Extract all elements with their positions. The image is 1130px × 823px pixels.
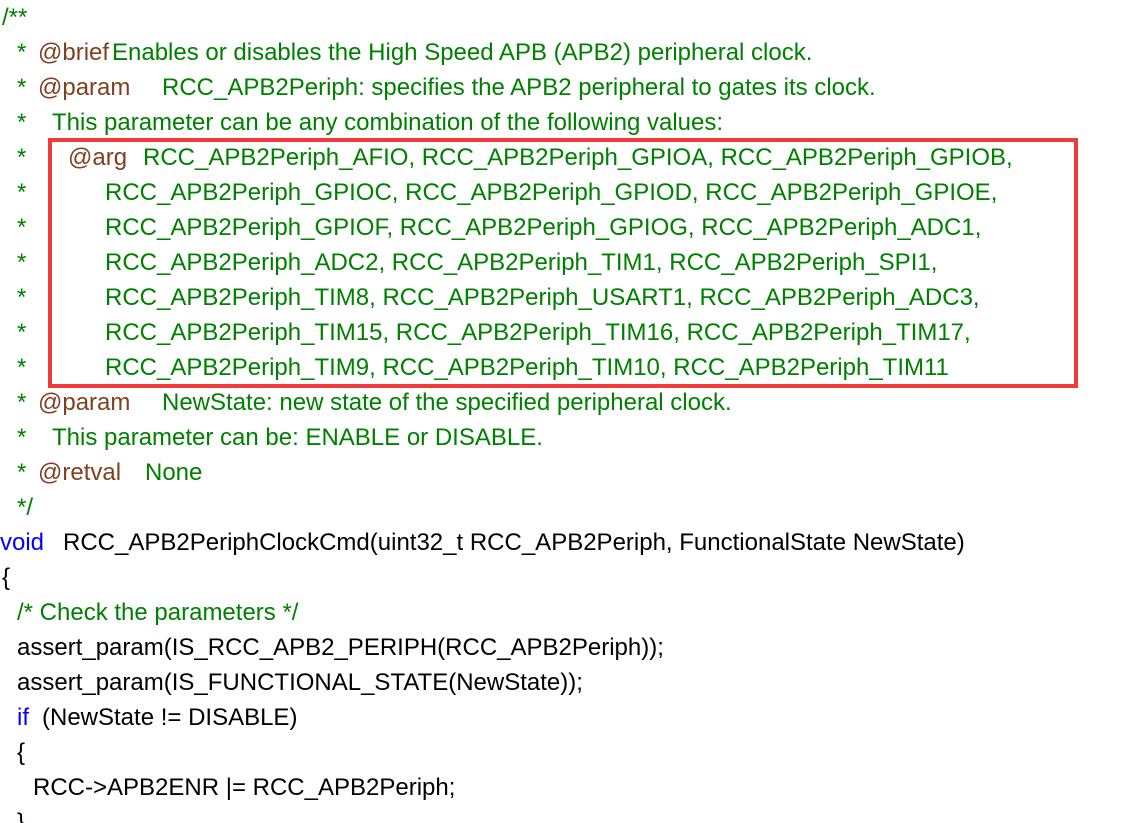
brace: { — [2, 564, 11, 591]
code-line: */ — [0, 490, 1130, 525]
code-line: } — [0, 805, 1130, 823]
comment-close: */ — [17, 494, 34, 521]
comment-star: * — [17, 214, 27, 241]
highlight-box — [48, 138, 1078, 388]
comment-star: * — [17, 389, 27, 416]
code-line: /* Check the parameters */ — [0, 595, 1130, 630]
comment-star: * — [17, 354, 27, 381]
comment-star: * — [17, 74, 27, 101]
doc-text: RCC_APB2Periph: specifies the APB2 perip… — [162, 74, 876, 101]
doc-text: This parameter can be: ENABLE or DISABLE… — [52, 424, 543, 451]
condition: (NewState != DISABLE) — [42, 704, 298, 731]
comment-open: /** — [2, 4, 28, 31]
code-editor[interactable]: /** * @brief Enables or disables the High … — [0, 0, 1130, 823]
comment-star: * — [17, 144, 27, 171]
doc-tag: @retval — [38, 459, 122, 486]
doc-tag: @brief — [38, 39, 110, 66]
brace: { — [17, 739, 26, 766]
code-line: * @brief Enables or disables the High Spee… — [0, 35, 1130, 70]
comment-star: * — [17, 459, 27, 486]
code-line: if (NewState != DISABLE) — [0, 700, 1130, 735]
code-line: * This parameter can be any combination o… — [0, 105, 1130, 140]
comment-star: * — [17, 179, 27, 206]
code-line: * @param RCC_APB2Periph: specifies the APB… — [0, 70, 1130, 105]
doc-text: Enables or disables the High Speed APB (… — [112, 39, 813, 66]
keyword: void — [0, 529, 45, 556]
statement: assert_param(IS_RCC_APB2_PERIPH(RCC_APB2… — [17, 634, 664, 661]
code-line: void RCC_APB2PeriphClockCmd(uint32_t RCC_… — [0, 525, 1130, 560]
comment-star: * — [17, 424, 27, 451]
code-line: assert_param(IS_FUNCTIONAL_STATE(NewStat… — [0, 665, 1130, 700]
code-line: RCC->APB2ENR |= RCC_APB2Periph; — [0, 770, 1130, 805]
brace: } — [17, 809, 26, 823]
keyword: if — [17, 704, 29, 731]
code-line: * @param NewState: new state of the specif… — [0, 385, 1130, 420]
inline-comment: /* Check the parameters */ — [17, 599, 299, 626]
comment-star: * — [17, 284, 27, 311]
code-line: { — [0, 560, 1130, 595]
code-line: /** — [0, 0, 1130, 35]
doc-text: NewState: new state of the specified per… — [162, 389, 732, 416]
comment-star: * — [17, 39, 27, 66]
doc-tag: @param — [38, 389, 131, 416]
doc-text: This parameter can be any combination of… — [52, 109, 724, 136]
code-line: * This parameter can be: ENABLE or DISABL… — [0, 420, 1130, 455]
code-line: assert_param(IS_RCC_APB2_PERIPH(RCC_APB2… — [0, 630, 1130, 665]
code-line: { — [0, 735, 1130, 770]
statement: assert_param(IS_FUNCTIONAL_STATE(NewStat… — [17, 669, 583, 696]
doc-text: None — [145, 459, 203, 486]
comment-star: * — [17, 319, 27, 346]
statement: RCC->APB2ENR |= RCC_APB2Periph; — [33, 774, 456, 801]
comment-star: * — [17, 109, 27, 136]
function-signature: RCC_APB2PeriphClockCmd(uint32_t RCC_APB2… — [63, 529, 965, 556]
code-line: * @retval None — [0, 455, 1130, 490]
comment-star: * — [17, 249, 27, 276]
doc-tag: @param — [38, 74, 131, 101]
